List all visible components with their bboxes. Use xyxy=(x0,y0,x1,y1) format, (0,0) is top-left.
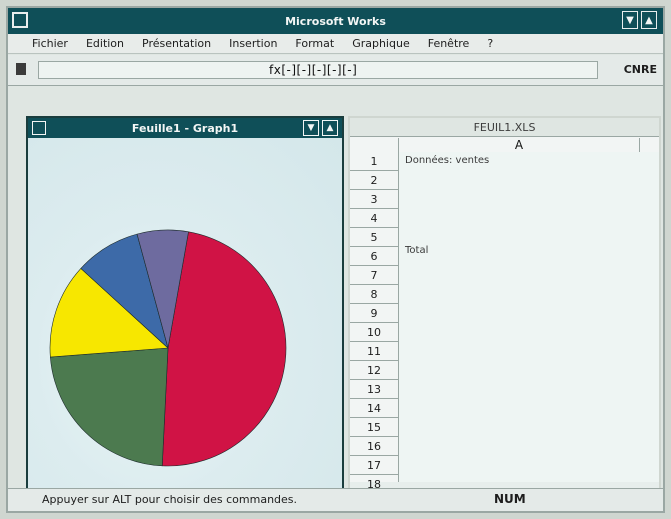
menu-bar: Fichier Edition Présentation Insertion F… xyxy=(8,34,663,54)
row-header[interactable]: 4 xyxy=(350,209,398,228)
status-num-indicator: NUM xyxy=(494,492,526,506)
formula-right-label: CNRE xyxy=(623,63,657,76)
column-header-a[interactable]: A xyxy=(398,138,640,152)
row-header[interactable]: 2 xyxy=(350,171,398,190)
formula-bar: fx[-][-][-][-][-] CNRE xyxy=(8,55,663,86)
row-header[interactable]: 6 xyxy=(350,247,398,266)
row-header[interactable]: 13 xyxy=(350,380,398,399)
row-header[interactable]: 7 xyxy=(350,266,398,285)
row-header[interactable]: 17 xyxy=(350,456,398,475)
menu-file[interactable]: Fichier xyxy=(32,37,68,50)
row-header[interactable]: 9 xyxy=(350,304,398,323)
chart-window-title: Feuille1 - Graph1 xyxy=(131,121,239,135)
row-header[interactable]: 11 xyxy=(350,342,398,361)
cell-grid[interactable]: Données: ventes Total xyxy=(399,152,659,482)
pie-chart xyxy=(49,229,287,467)
chart-window-controls: ▼ ▲ xyxy=(303,120,338,136)
spreadsheet-title: FEUIL1.XLS xyxy=(350,118,659,136)
row-header[interactable]: 10 xyxy=(350,323,398,342)
screen-frame: Microsoft Works ▼ ▲ Fichier Edition Prés… xyxy=(6,6,665,513)
chart-window: Feuille1 - Graph1 ▼ ▲ xyxy=(26,116,344,494)
spreadsheet-window: FEUIL1.XLS A 1 2 3 4 5 6 7 8 9 10 11 12 … xyxy=(348,116,661,494)
minimize-icon[interactable]: ▼ xyxy=(622,11,638,29)
chart-minimize-icon[interactable]: ▼ xyxy=(303,120,319,136)
menu-window[interactable]: Fenêtre xyxy=(428,37,470,50)
row-header[interactable]: 14 xyxy=(350,399,398,418)
cell-a1[interactable]: Données: ventes xyxy=(405,155,489,166)
row-header[interactable]: 8 xyxy=(350,285,398,304)
app-titlebar: Microsoft Works ▼ ▲ xyxy=(8,8,663,34)
formula-input[interactable]: fx[-][-][-][-][-] xyxy=(38,61,598,79)
menu-format[interactable]: Format xyxy=(295,37,334,50)
formula-text: fx[-][-][-][-][-] xyxy=(269,63,358,77)
menu-help[interactable]: ? xyxy=(487,37,493,50)
pie-slice xyxy=(50,347,169,467)
chart-window-titlebar: Feuille1 - Graph1 ▼ ▲ xyxy=(28,118,342,138)
menu-insert[interactable]: Insertion xyxy=(229,37,277,50)
chart-area xyxy=(28,138,342,492)
menu-edit[interactable]: Edition xyxy=(86,37,124,50)
row-header[interactable]: 15 xyxy=(350,418,398,437)
row-header[interactable]: 16 xyxy=(350,437,398,456)
maximize-icon[interactable]: ▲ xyxy=(641,11,657,29)
app-title: Microsoft Works xyxy=(285,14,386,28)
menu-view[interactable]: Présentation xyxy=(142,37,211,50)
system-menu-icon[interactable] xyxy=(12,12,28,28)
row-headers: 1 2 3 4 5 6 7 8 9 10 11 12 13 14 15 16 1… xyxy=(350,152,399,494)
menu-chart[interactable]: Graphique xyxy=(352,37,410,50)
row-header[interactable]: 5 xyxy=(350,228,398,247)
cell-a6[interactable]: Total xyxy=(405,245,428,256)
status-bar: Appuyer sur ALT pour choisir des command… xyxy=(8,488,663,511)
chart-system-menu-icon[interactable] xyxy=(32,121,46,135)
chart-maximize-icon[interactable]: ▲ xyxy=(322,120,338,136)
workspace: Feuille1 - Graph1 ▼ ▲ FEUIL1.XLS A 1 2 3… xyxy=(8,86,663,494)
app-window-controls: ▼ ▲ xyxy=(622,11,657,29)
row-header[interactable]: 3 xyxy=(350,190,398,209)
row-header[interactable]: 1 xyxy=(350,152,398,171)
row-header[interactable]: 12 xyxy=(350,361,398,380)
cell-reference-icon xyxy=(16,63,26,75)
status-text: Appuyer sur ALT pour choisir des command… xyxy=(42,493,298,506)
